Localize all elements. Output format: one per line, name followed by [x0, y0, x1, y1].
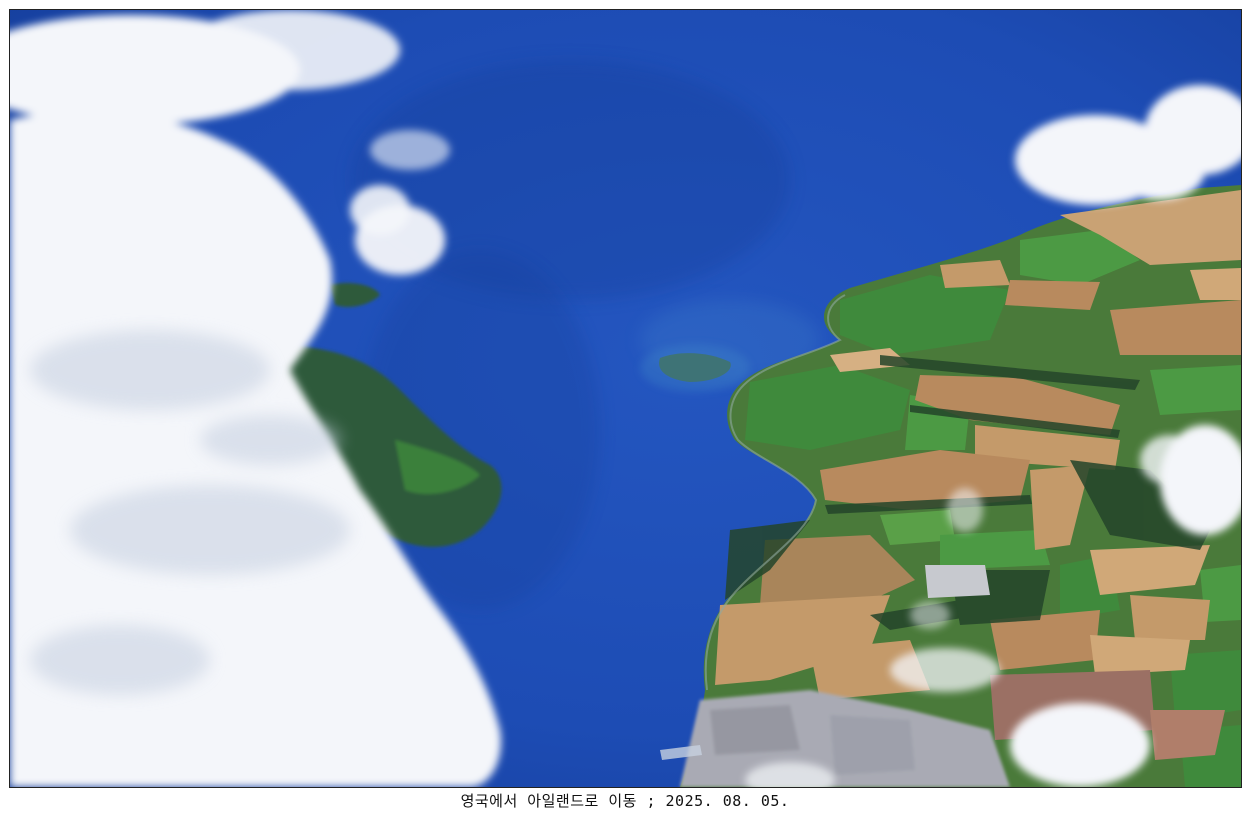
aerial-photo [10, 10, 1241, 787]
facility [925, 565, 990, 598]
photo-caption: 영국에서 아일랜드로 이동 ; 2025. 08. 05. [460, 792, 790, 810]
photo-frame [9, 9, 1242, 788]
